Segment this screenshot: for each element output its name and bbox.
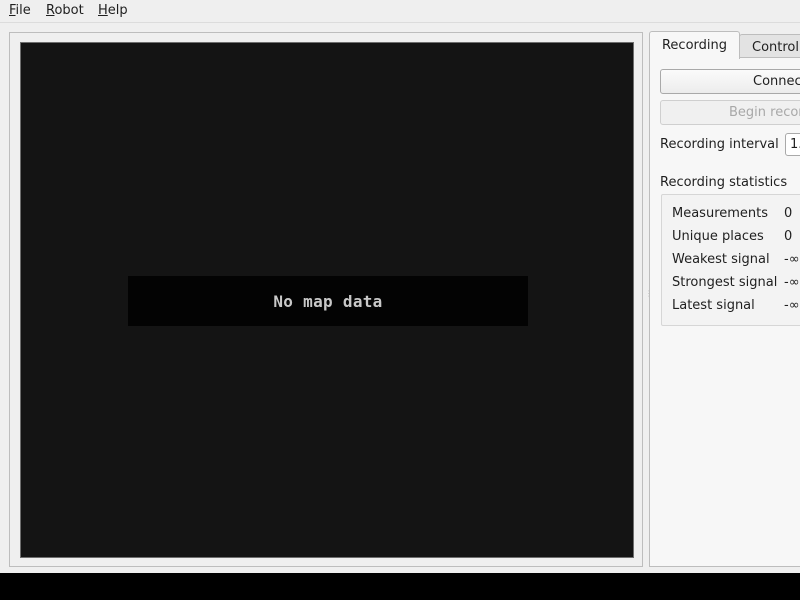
begin-recording-button[interactable]: Begin recor — [660, 100, 800, 125]
stat-value: 0 — [784, 206, 793, 221]
stat-value: 0 — [784, 229, 793, 244]
connect-button-label: Connec — [753, 74, 800, 89]
menu-bar: File Robot Help — [0, 0, 800, 23]
menu-file[interactable]: File — [9, 3, 31, 18]
stat-value: -∞ — [784, 298, 800, 313]
recording-interval-spinbox[interactable]: 1. — [785, 133, 800, 156]
tab-control-label: Control — [752, 39, 799, 55]
recording-interval-label: Recording interval — [660, 137, 779, 152]
menu-robot[interactable]: Robot — [46, 3, 84, 18]
menu-help-label: elp — [107, 3, 128, 18]
menu-robot-label: obot — [54, 3, 84, 18]
stat-label: Measurements — [672, 206, 769, 221]
stat-value: -∞ — [784, 252, 800, 267]
menu-help[interactable]: Help — [98, 3, 128, 18]
tab-recording-label: Recording — [661, 38, 728, 53]
stat-value: -∞ — [784, 275, 800, 290]
connect-button[interactable]: Connec — [660, 69, 800, 94]
main-window: File Robot Help No map data ⋮ Control Re… — [0, 0, 800, 573]
recording-statistics-title: Recording statistics — [660, 175, 788, 190]
stat-label: Weakest signal — [672, 252, 770, 267]
screen-bottom-strip — [0, 573, 800, 600]
begin-recording-button-label: Begin recor — [729, 105, 800, 120]
map-panel: No map data — [9, 32, 643, 567]
stat-label: Strongest signal — [672, 275, 778, 290]
menu-file-label: ile — [15, 3, 31, 18]
stat-label: Latest signal — [672, 298, 755, 313]
menu-help-mnemonic: H — [98, 3, 108, 18]
tab-recording[interactable]: Recording — [649, 31, 740, 59]
map-canvas[interactable]: No map data — [20, 42, 634, 558]
map-empty-text: No map data — [273, 291, 383, 311]
stat-label: Unique places — [672, 229, 764, 244]
splitter-handle[interactable]: ⋮ — [645, 290, 653, 308]
map-empty-overlay: No map data — [128, 276, 528, 326]
